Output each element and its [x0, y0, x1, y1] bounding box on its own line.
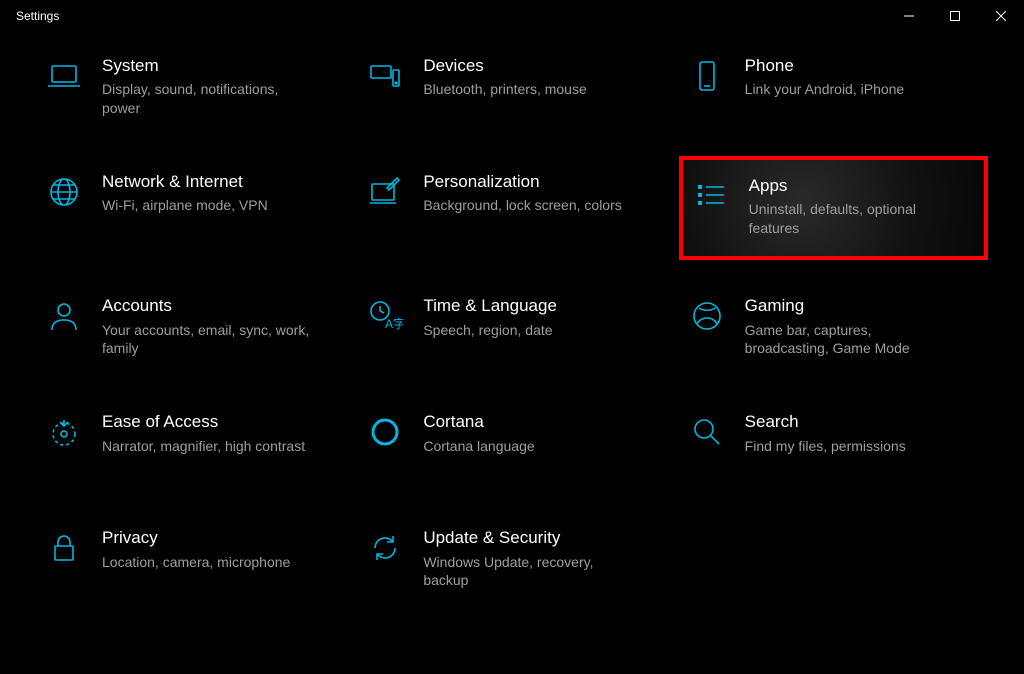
category-title: Search — [745, 412, 980, 432]
category-title: Privacy — [102, 528, 337, 548]
category-sub: Location, camera, microphone — [102, 553, 312, 572]
category-apps[interactable]: Apps Uninstall, defaults, optional featu… — [679, 156, 988, 260]
category-title: Phone — [745, 56, 980, 76]
globe-icon — [44, 172, 84, 212]
category-sub: Your accounts, email, sync, work, family — [102, 321, 312, 359]
search-icon — [687, 412, 727, 452]
category-title: Apps — [749, 176, 976, 196]
category-sub: Bluetooth, printers, mouse — [423, 80, 633, 99]
minimize-button[interactable] — [886, 0, 932, 32]
time-language-icon: A字 — [365, 296, 405, 336]
category-sub: Uninstall, defaults, optional features — [749, 200, 959, 238]
category-personalization[interactable]: Personalization Background, lock screen,… — [361, 164, 662, 252]
category-sub: Game bar, captures, broadcasting, Game M… — [745, 321, 955, 359]
category-search[interactable]: Search Find my files, permissions — [683, 404, 984, 484]
category-devices[interactable]: Devices Bluetooth, printers, mouse — [361, 48, 662, 128]
category-cortana[interactable]: Cortana Cortana language — [361, 404, 662, 484]
devices-icon — [365, 56, 405, 96]
category-title: Network & Internet — [102, 172, 337, 192]
category-ease-of-access[interactable]: Ease of Access Narrator, magnifier, high… — [40, 404, 341, 484]
category-privacy[interactable]: Privacy Location, camera, microphone — [40, 520, 341, 600]
category-update-security[interactable]: Update & Security Windows Update, recove… — [361, 520, 662, 600]
category-title: Personalization — [423, 172, 658, 192]
category-sub: Cortana language — [423, 437, 633, 456]
maximize-button[interactable] — [932, 0, 978, 32]
category-title: Update & Security — [423, 528, 658, 548]
category-title: Devices — [423, 56, 658, 76]
category-sub: Display, sound, notifications, power — [102, 80, 312, 118]
window-title: Settings — [16, 9, 59, 23]
xbox-icon — [687, 296, 727, 336]
update-icon — [365, 528, 405, 568]
category-title: System — [102, 56, 337, 76]
category-accounts[interactable]: Accounts Your accounts, email, sync, wor… — [40, 288, 341, 368]
svg-text:A字: A字 — [385, 316, 403, 331]
category-sub: Link your Android, iPhone — [745, 80, 955, 99]
phone-icon — [687, 56, 727, 96]
settings-grid: System Display, sound, notifications, po… — [40, 48, 984, 600]
apps-list-icon — [691, 176, 731, 216]
laptop-icon — [44, 56, 84, 96]
window-controls — [886, 0, 1024, 32]
cortana-icon — [365, 412, 405, 452]
lock-icon — [44, 528, 84, 568]
category-title: Ease of Access — [102, 412, 337, 432]
category-network[interactable]: Network & Internet Wi-Fi, airplane mode,… — [40, 164, 341, 252]
category-title: Gaming — [745, 296, 980, 316]
close-button[interactable] — [978, 0, 1024, 32]
paint-icon — [365, 172, 405, 212]
category-sub: Background, lock screen, colors — [423, 196, 633, 215]
category-gaming[interactable]: Gaming Game bar, captures, broadcasting,… — [683, 288, 984, 368]
category-sub: Narrator, magnifier, high contrast — [102, 437, 312, 456]
category-sub: Windows Update, recovery, backup — [423, 553, 633, 591]
person-icon — [44, 296, 84, 336]
category-title: Accounts — [102, 296, 337, 316]
category-sub: Find my files, permissions — [745, 437, 955, 456]
category-system[interactable]: System Display, sound, notifications, po… — [40, 48, 341, 128]
category-sub: Wi-Fi, airplane mode, VPN — [102, 196, 312, 215]
ease-of-access-icon — [44, 412, 84, 452]
titlebar: Settings — [0, 0, 1024, 32]
category-title: Time & Language — [423, 296, 658, 316]
category-phone[interactable]: Phone Link your Android, iPhone — [683, 48, 984, 128]
category-sub: Speech, region, date — [423, 321, 633, 340]
category-time-language[interactable]: A字 Time & Language Speech, region, date — [361, 288, 662, 368]
category-title: Cortana — [423, 412, 658, 432]
